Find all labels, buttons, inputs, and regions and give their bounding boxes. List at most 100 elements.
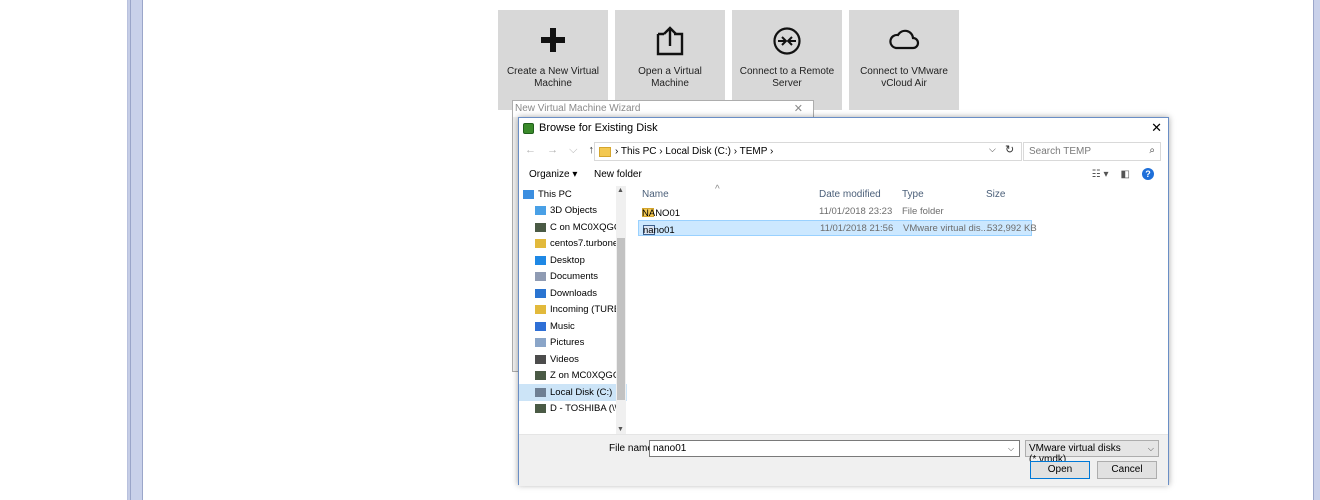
forward-button[interactable]: → — [547, 144, 562, 156]
scroll-up-arrow-icon[interactable]: ▲ — [617, 187, 624, 194]
network-drive-icon — [535, 404, 546, 414]
tree-item[interactable]: Videos — [519, 351, 627, 368]
file-date: 11/01/2018 21:56 — [820, 223, 894, 234]
this-pc-icon — [523, 189, 534, 199]
open-vm-tile[interactable]: Open a Virtual Machine — [615, 10, 725, 110]
file-size: 532,992 KB — [987, 223, 1037, 234]
tile-label: Open a Virtual Machine — [638, 66, 702, 89]
connect-vcloud-air-tile[interactable]: Connect to VMware vCloud Air — [849, 10, 959, 110]
dialog-titlebar: Browse for Existing Disk ✕ — [519, 118, 1168, 138]
back-button[interactable]: ← — [525, 144, 540, 156]
tree-item-label: Local Disk (C:) — [550, 386, 613, 398]
file-type: File folder — [902, 206, 944, 217]
recent-locations-button[interactable]: ⌵ — [569, 144, 581, 156]
tree-item-label: Z on MC0XQGG — [550, 370, 621, 382]
downloads-icon — [535, 288, 546, 298]
file-name-input[interactable]: nano01 — [649, 440, 1020, 457]
dialog-footer: File name: nano01 ⌵ VMware virtual disks… — [519, 434, 1168, 486]
column-header-date[interactable]: Date modified — [819, 189, 881, 200]
tree-item[interactable]: Incoming (TURB — [519, 302, 627, 319]
breadcrumb[interactable]: › This PC › Local Disk (C:) › TEMP › — [615, 146, 773, 157]
vmware-app-icon — [523, 122, 534, 134]
dialog-close-button[interactable]: ✕ — [1151, 120, 1162, 136]
tree-item-label: Incoming (TURB — [550, 304, 621, 316]
network-drive-icon — [535, 222, 546, 232]
tree-item[interactable]: Local Disk (C:) — [519, 384, 627, 401]
tree-item[interactable]: Music — [519, 318, 627, 335]
sort-indicator-icon: ^ — [715, 184, 720, 195]
file-name-text: NANO01 — [642, 208, 681, 219]
library-pane — [0, 0, 131, 500]
refresh-icon[interactable]: ↻ — [1005, 143, 1014, 156]
open-vm-icon — [656, 26, 684, 56]
tree-item[interactable]: Z on MC0XQGG — [519, 368, 627, 385]
tree-item-label: Downloads — [550, 287, 597, 299]
wizard-close-button[interactable]: ✕ — [794, 102, 803, 115]
cancel-button[interactable]: Cancel — [1097, 461, 1157, 479]
search-input[interactable]: Search TEMP ⌕ — [1023, 142, 1161, 161]
tree-item-label: Videos — [550, 353, 579, 365]
tree-item[interactable]: centos7.turbone — [519, 236, 627, 253]
dialog-toolbar: Organize ▾ New folder ☷ ▾ ◧ ? — [519, 166, 1168, 186]
tree-item-label: 3D Objects — [550, 205, 597, 217]
file-row[interactable]: NANO01 11/01/2018 23:23 File folder — [638, 204, 1032, 220]
tree-item-label: D - TOSHIBA (\\ — [550, 403, 618, 415]
view-options-icon[interactable]: ☷ ▾ — [1092, 169, 1109, 180]
library-pane-content — [0, 0, 128, 500]
tree-item-label: Documents — [550, 271, 599, 283]
dialog-title: Browse for Existing Disk — [539, 122, 658, 134]
connect-remote-server-tile[interactable]: Connect to a Remote Server — [732, 10, 842, 110]
column-header-name[interactable]: Name — [642, 189, 669, 200]
3d-objects-icon — [535, 206, 546, 216]
local-disk-icon — [535, 387, 546, 397]
tree-item-label: This PC — [538, 188, 572, 200]
file-row[interactable]: nano01 11/01/2018 21:56 VMware virtual dis… — [638, 220, 1037, 236]
file-type-filter-select[interactable]: VMware virtual disks (*.vmdk) ⌵ — [1025, 440, 1159, 465]
new-folder-button[interactable]: New folder — [594, 169, 642, 180]
tree-item[interactable]: Pictures — [519, 335, 627, 352]
preview-pane-icon[interactable]: ◧ — [1121, 169, 1130, 180]
cloud-icon — [889, 29, 920, 50]
pane-splitter[interactable] — [131, 0, 143, 500]
plus-icon — [541, 28, 565, 52]
column-header-row: Name ^ Date modified Type Size — [630, 184, 1168, 204]
tile-label: Create a New Virtual Machine — [506, 66, 600, 89]
file-name-text: nano01 — [643, 225, 675, 236]
tree-item[interactable]: Documents — [519, 269, 627, 286]
address-bar[interactable]: › This PC › Local Disk (C:) › TEMP › — [594, 142, 1022, 161]
music-icon — [535, 321, 546, 331]
tree-item[interactable]: D - TOSHIBA (\\ — [519, 401, 627, 418]
tree-item[interactable]: This PC — [519, 186, 627, 203]
file-name-dropdown-icon[interactable]: ⌵ — [1008, 444, 1014, 454]
remote-server-icon — [773, 27, 801, 55]
open-button[interactable]: Open — [1030, 461, 1090, 479]
documents-icon — [535, 272, 546, 282]
chevron-down-icon: ⌵ — [1147, 444, 1154, 453]
column-header-size[interactable]: Size — [986, 189, 1005, 200]
search-placeholder: Search TEMP — [1029, 146, 1092, 157]
tree-item-label: Pictures — [550, 337, 585, 349]
tree-item-label: Desktop — [550, 254, 585, 266]
tree-item[interactable]: C on MC0XQGG — [519, 219, 627, 236]
scrollbar-thumb[interactable] — [617, 238, 625, 400]
tree-item[interactable]: 3D Objects — [519, 203, 627, 220]
tile-label: Connect to a Remote Server — [739, 66, 835, 89]
create-new-vm-tile[interactable]: Create a New Virtual Machine — [498, 10, 608, 110]
search-icon[interactable]: ⌕ — [1149, 145, 1155, 156]
column-header-type[interactable]: Type — [902, 189, 924, 200]
tree-item[interactable]: Downloads — [519, 285, 627, 302]
address-dropdown-button[interactable]: ⌵ — [989, 144, 996, 155]
address-bar-row: ← → ⌵ ↑ › This PC › Local Disk (C:) › TE… — [519, 142, 1168, 162]
tree-scrollbar[interactable]: ▲ ▼ — [616, 186, 626, 434]
file-type: VMware virtual dis... — [903, 223, 989, 234]
incoming-icon — [535, 305, 546, 315]
organize-button[interactable]: Organize ▾ — [529, 169, 577, 180]
tree-item-label: centos7.turbone — [550, 238, 619, 250]
tree-item-label: Music — [550, 320, 575, 332]
browse-disk-dialog: Browse for Existing Disk ✕ ← → ⌵ ↑ › Thi… — [518, 117, 1169, 486]
file-date: 11/01/2018 23:23 — [819, 206, 893, 217]
tree-item[interactable]: Desktop — [519, 252, 627, 269]
scroll-down-arrow-icon[interactable]: ▼ — [617, 426, 624, 433]
help-icon[interactable]: ? — [1142, 168, 1154, 180]
network-drive-icon — [535, 371, 546, 381]
